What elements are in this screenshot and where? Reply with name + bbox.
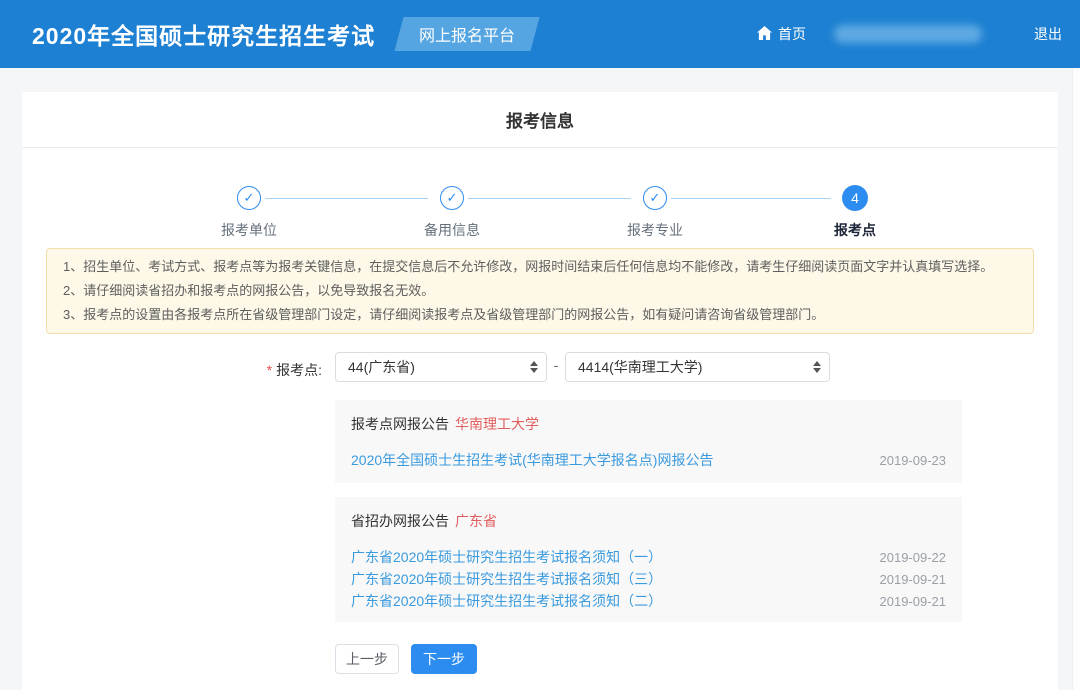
exam-site-select-value: 4414(华南理工大学)	[578, 357, 702, 377]
site-title: 2020年全国硕士研究生招生考试	[32, 17, 375, 51]
list-item: 广东省2020年硕士研究生招生考试报名须知（三） 2019-09-21	[351, 568, 946, 590]
top-header: 2020年全国硕士研究生招生考试 网上报名平台 首页 退出	[0, 0, 1080, 68]
step-2-circle: ✓	[440, 186, 464, 210]
check-icon: ✓	[447, 190, 458, 206]
list-item: 广东省2020年硕士研究生招生考试报名须知（二） 2019-09-21	[351, 590, 946, 612]
next-step-button[interactable]: 下一步	[411, 644, 477, 674]
province-notice-title: 省招办网报公告	[351, 513, 449, 529]
list-item: 2020年全国硕士生招生考试(华南理工大学报名点)网报公告 2019-09-23	[351, 449, 946, 471]
select-stepper-icon	[813, 361, 821, 373]
page-title: 报考信息	[506, 107, 574, 132]
select-separator: -	[550, 357, 562, 373]
province-notice-header: 省招办网报公告广东省	[351, 511, 946, 531]
province-notice-highlight: 广东省	[455, 513, 497, 529]
home-icon	[757, 26, 778, 43]
step-connector-3	[671, 198, 831, 199]
check-icon: ✓	[650, 190, 661, 206]
scrollbar[interactable]	[1072, 68, 1080, 690]
previous-step-button[interactable]: 上一步	[335, 644, 399, 674]
main-card: 报考信息 ✓ 报考单位 ✓ 备用信息 ✓ 报考专业 4 报考点 1、招生单位、考…	[22, 92, 1058, 690]
province-select[interactable]: 44(广东省)	[335, 352, 547, 382]
step-connector-1	[265, 198, 428, 199]
notice-line-1: 1、招生单位、考试方式、报考点等为报考关键信息，在提交信息后不允许修改，网报时间…	[63, 255, 1017, 279]
step-connector-2	[468, 198, 631, 199]
exam-site-select[interactable]: 4414(华南理工大学)	[565, 352, 830, 382]
check-icon: ✓	[244, 190, 255, 206]
province-notice-box: 省招办网报公告广东省 广东省2020年硕士研究生招生考试报名须知（一） 2019…	[335, 497, 962, 622]
select-stepper-icon	[530, 361, 538, 373]
site-notice-header: 报考点网报公告华南理工大学	[351, 414, 946, 434]
step-3-circle: ✓	[643, 186, 667, 210]
site-notice-box: 报考点网报公告华南理工大学 2020年全国硕士生招生考试(华南理工大学报名点)网…	[335, 400, 962, 483]
site-notice-date: 2019-09-23	[880, 453, 947, 468]
province-notice-link-1[interactable]: 广东省2020年硕士研究生招生考试报名须知（一）	[351, 547, 662, 567]
province-notice-link-2[interactable]: 广东省2020年硕士研究生招生考试报名须知（三）	[351, 569, 662, 589]
notice-line-3: 3、报考点的设置由各报考点所在省级管理部门设定，请仔细阅读报考点及省级管理部门的…	[63, 303, 1017, 327]
notice-line-2: 2、请仔细阅读省招办和报考点的网报公告，以免导致报名无效。	[63, 279, 1017, 303]
step-1-label: 报考单位	[189, 220, 309, 240]
required-asterisk: *	[267, 362, 272, 378]
step-4-circle: 4	[842, 185, 868, 211]
site-notice-link[interactable]: 2020年全国硕士生招生考试(华南理工大学报名点)网报公告	[351, 450, 713, 470]
site-notice-title: 报考点网报公告	[351, 416, 449, 432]
home-label: 首页	[778, 24, 806, 44]
province-notice-link-3[interactable]: 广东省2020年硕士研究生招生考试报名须知（二）	[351, 591, 662, 611]
notice-box: 1、招生单位、考试方式、报考点等为报考关键信息，在提交信息后不允许修改，网报时间…	[46, 248, 1034, 334]
step-1-circle: ✓	[237, 186, 261, 210]
list-item: 广东省2020年硕士研究生招生考试报名须知（一） 2019-09-22	[351, 546, 946, 568]
username-redacted	[834, 25, 982, 43]
province-notice-date-3: 2019-09-21	[880, 594, 947, 609]
exam-site-label-text: 报考点:	[276, 362, 322, 378]
card-title-bar: 报考信息	[22, 92, 1058, 148]
home-link[interactable]: 首页	[757, 24, 806, 44]
logout-button[interactable]: 退出	[1034, 24, 1062, 44]
platform-badge-label: 网上报名平台	[419, 22, 515, 46]
exam-site-field-label: *报考点:	[82, 360, 322, 380]
province-select-value: 44(广东省)	[348, 357, 415, 377]
site-notice-highlight: 华南理工大学	[455, 416, 539, 432]
province-notice-date-2: 2019-09-21	[880, 572, 947, 587]
step-4-label: 报考点	[795, 220, 915, 240]
step-4-number: 4	[851, 190, 859, 206]
step-3-label: 报考专业	[595, 220, 715, 240]
step-2-label: 备用信息	[392, 220, 512, 240]
province-notice-date-1: 2019-09-22	[880, 550, 947, 565]
header-right: 首页 退出	[757, 24, 1062, 44]
platform-badge: 网上报名平台	[395, 17, 540, 51]
